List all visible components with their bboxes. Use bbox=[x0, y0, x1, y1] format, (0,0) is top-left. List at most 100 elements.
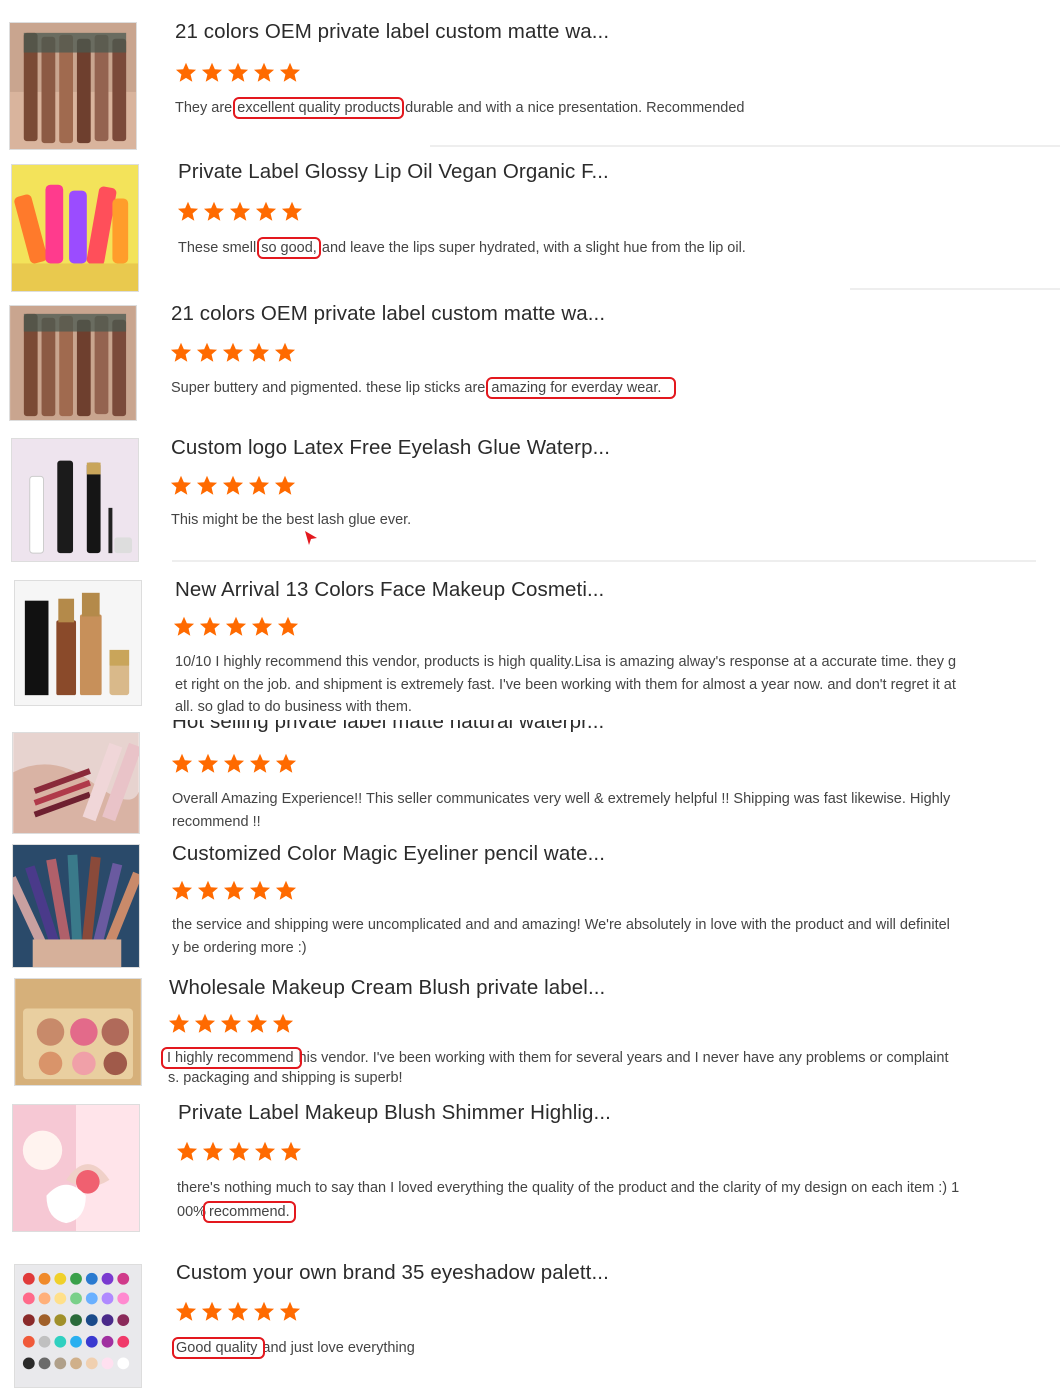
star-icon bbox=[272, 1013, 294, 1034]
star-icon bbox=[175, 62, 197, 83]
star-icon bbox=[277, 616, 299, 637]
product-title[interactable]: 21 colors OEM private label custom matte… bbox=[175, 20, 609, 44]
review-item: Customized Color Magic Eyeliner pencil w… bbox=[0, 838, 1060, 970]
review-text-part: and leave the lips super hydrated, with … bbox=[321, 240, 746, 256]
star-rating bbox=[176, 1141, 302, 1162]
product-title[interactable]: Custom your own brand 35 eyeshadow palet… bbox=[176, 1261, 609, 1285]
review-text: This might be the best lash glue ever. bbox=[171, 512, 412, 528]
star-icon bbox=[173, 616, 195, 637]
review-text: Super buttery and pigmented. these lip s… bbox=[171, 377, 677, 400]
star-icon bbox=[220, 1013, 242, 1034]
star-icon bbox=[222, 475, 244, 496]
star-rating bbox=[175, 62, 301, 83]
lip-oil-bottles-image bbox=[12, 165, 138, 291]
review-item: 21 colors OEM private label custom matte… bbox=[0, 295, 1060, 430]
review-text-line: recommend !! bbox=[172, 813, 261, 830]
review-item: New Arrival 13 Colors Face Makeup Cosmet… bbox=[0, 570, 1060, 720]
star-icon bbox=[275, 880, 297, 901]
mouse-cursor-icon bbox=[305, 531, 317, 545]
star-icon bbox=[201, 1301, 223, 1322]
review-item: Private Label Glossy Lip Oil Vegan Organ… bbox=[0, 150, 1060, 295]
product-title[interactable]: Customized Color Magic Eyeliner pencil w… bbox=[172, 842, 605, 866]
review-text-part: 00% bbox=[177, 1203, 207, 1220]
shell-highlighter-image bbox=[13, 1105, 139, 1231]
star-icon bbox=[201, 62, 223, 83]
star-icon bbox=[168, 1013, 190, 1034]
product-thumbnail[interactable] bbox=[9, 305, 137, 421]
review-text-part: These smell bbox=[178, 240, 257, 256]
review-item: Wholesale Makeup Cream Blush private lab… bbox=[0, 970, 1060, 1088]
title-clip: Hot selling private label matte natural … bbox=[170, 720, 670, 736]
product-title[interactable]: Custom logo Latex Free Eyelash Glue Wate… bbox=[171, 436, 610, 460]
star-rating bbox=[173, 616, 299, 637]
review-text-line: s. packaging and shipping is superb! bbox=[168, 1070, 403, 1086]
separator bbox=[850, 288, 1060, 290]
review-text-part: They are bbox=[175, 100, 233, 116]
star-icon bbox=[171, 880, 193, 901]
product-title[interactable]: Wholesale Makeup Cream Blush private lab… bbox=[169, 976, 605, 1000]
separator bbox=[430, 145, 1060, 147]
product-thumbnail[interactable] bbox=[11, 438, 139, 562]
product-thumbnail[interactable] bbox=[12, 732, 140, 834]
product-title[interactable]: Private Label Makeup Blush Shimmer Highl… bbox=[178, 1101, 611, 1125]
foundation-bottles-image bbox=[15, 581, 141, 705]
product-thumbnail[interactable] bbox=[14, 1264, 142, 1388]
product-title[interactable]: 21 colors OEM private label custom matte… bbox=[171, 302, 605, 326]
star-icon bbox=[281, 201, 303, 222]
star-rating bbox=[170, 342, 296, 363]
star-icon bbox=[177, 201, 199, 222]
product-thumbnail[interactable] bbox=[12, 1104, 140, 1232]
product-thumbnail[interactable] bbox=[14, 580, 142, 706]
star-icon bbox=[253, 62, 275, 83]
star-icon bbox=[279, 62, 301, 83]
eyeliner-pencils-image bbox=[13, 845, 139, 967]
star-icon bbox=[227, 62, 249, 83]
review-text-line: y be ordering more :) bbox=[172, 939, 307, 956]
product-thumbnail[interactable] bbox=[14, 978, 142, 1086]
star-icon bbox=[251, 616, 273, 637]
review-text-line: there's nothing much to say than I loved… bbox=[177, 1180, 960, 1196]
lash-glue-tubes-image bbox=[12, 439, 138, 561]
review-text: 10/10 I highly recommend this vendor, pr… bbox=[175, 651, 956, 719]
eyeshadow-palette-image bbox=[15, 1265, 141, 1387]
star-icon bbox=[223, 753, 245, 774]
star-icon bbox=[203, 201, 225, 222]
product-title[interactable]: Private Label Glossy Lip Oil Vegan Organ… bbox=[178, 160, 609, 184]
highlight-box: excellent quality products bbox=[233, 97, 405, 119]
blush-palette-image bbox=[15, 979, 141, 1085]
review-text: They are excellent quality products dura… bbox=[175, 97, 744, 120]
star-icon bbox=[225, 616, 247, 637]
lip-gloss-tubes-image bbox=[10, 23, 136, 149]
star-icon bbox=[170, 342, 192, 363]
star-rating bbox=[171, 880, 297, 901]
star-icon bbox=[227, 1301, 249, 1322]
star-icon bbox=[194, 1013, 216, 1034]
product-thumbnail[interactable] bbox=[12, 844, 140, 968]
review-item: 21 colors OEM private label custom matte… bbox=[0, 0, 1060, 150]
star-icon bbox=[228, 1141, 250, 1162]
review-item: Custom your own brand 35 eyeshadow palet… bbox=[0, 1248, 1060, 1390]
highlight-box: amazing for everday wear. bbox=[486, 377, 677, 399]
review-text-line: et right on the job. and shipment is ext… bbox=[175, 676, 956, 693]
product-title[interactable]: Hot selling private label matte natural … bbox=[172, 720, 604, 734]
review-text: there's nothing much to say than I loved… bbox=[177, 1177, 959, 1223]
product-thumbnail[interactable] bbox=[9, 22, 137, 150]
swatch-hand-image bbox=[13, 733, 139, 833]
star-icon bbox=[253, 1301, 275, 1322]
star-icon bbox=[229, 201, 251, 222]
star-icon bbox=[248, 342, 270, 363]
star-icon bbox=[223, 880, 245, 901]
product-thumbnail[interactable] bbox=[11, 164, 139, 292]
star-icon bbox=[196, 475, 218, 496]
star-rating bbox=[168, 1013, 294, 1034]
star-icon bbox=[280, 1141, 302, 1162]
product-title[interactable]: New Arrival 13 Colors Face Makeup Cosmet… bbox=[175, 578, 604, 602]
star-icon bbox=[275, 753, 297, 774]
star-rating bbox=[175, 1301, 301, 1322]
star-rating bbox=[170, 475, 296, 496]
star-icon bbox=[222, 342, 244, 363]
review-text-part: Super buttery and pigmented. these lip s… bbox=[171, 380, 486, 396]
review-text: Overall Amazing Experience!! This seller… bbox=[172, 788, 950, 833]
review-text-part: and just love everything bbox=[262, 1340, 415, 1356]
star-icon bbox=[274, 342, 296, 363]
